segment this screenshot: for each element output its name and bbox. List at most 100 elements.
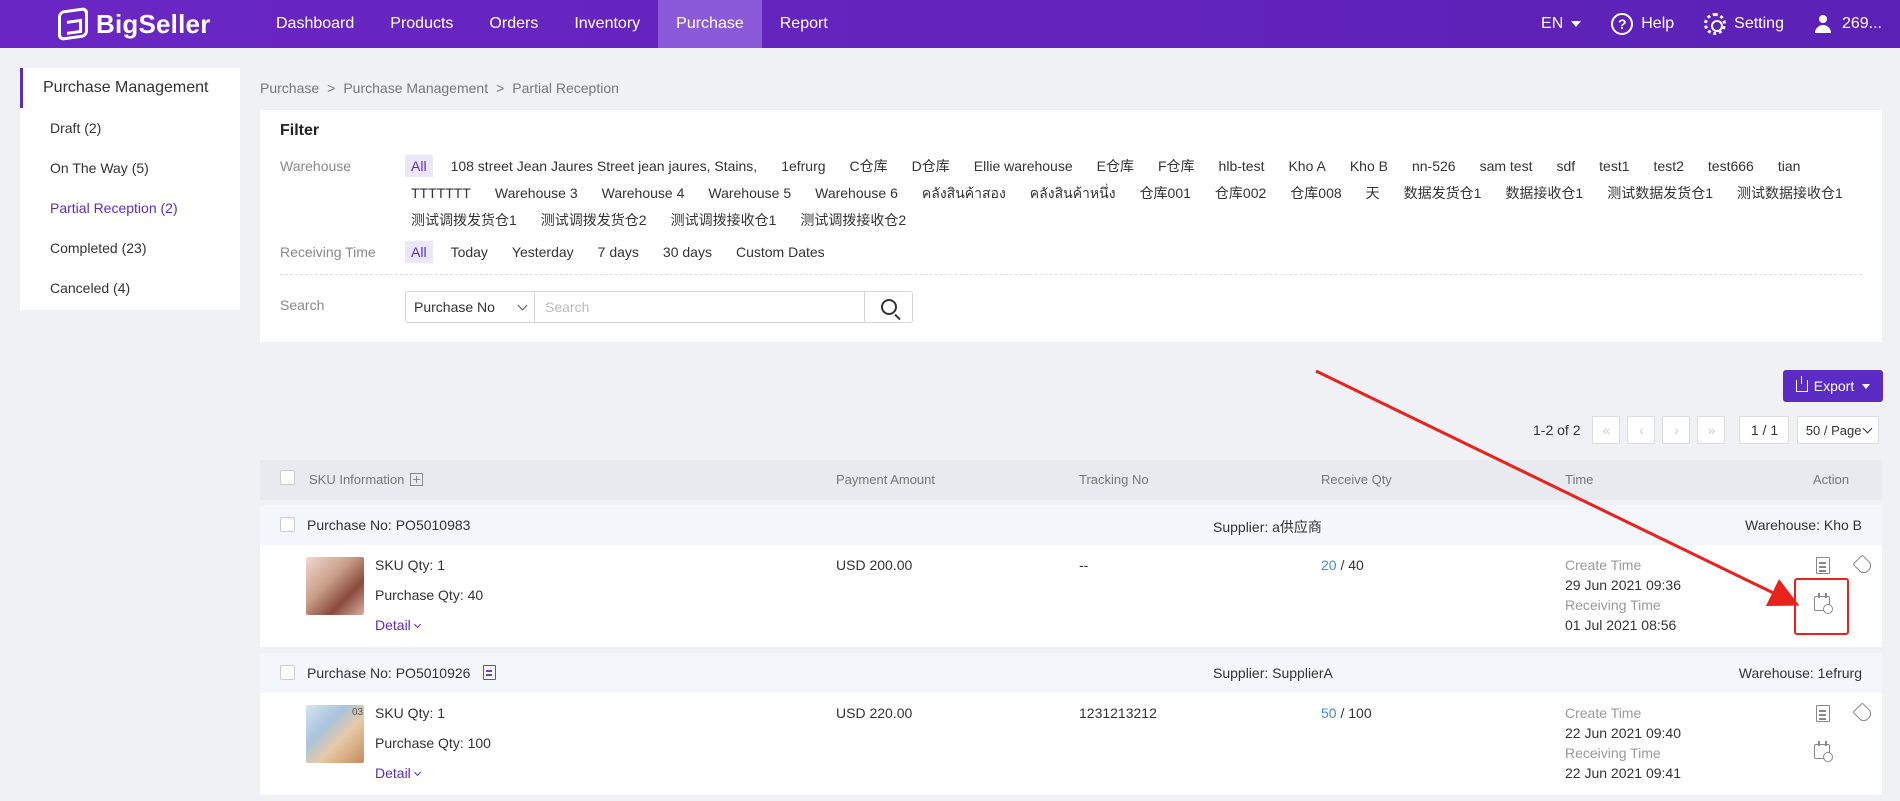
receiving-time-option[interactable]: Custom Dates xyxy=(730,241,831,263)
logo-text: BigSeller xyxy=(96,8,211,39)
sidebar-item-canceled[interactable]: Canceled (4) xyxy=(20,268,240,308)
page-size-select[interactable]: 50 / Page xyxy=(1797,416,1880,444)
detail-link[interactable]: Detail xyxy=(375,617,421,633)
warehouse-filter-option[interactable]: test2 xyxy=(1648,155,1690,177)
setting-button[interactable]: Setting xyxy=(1704,13,1784,35)
receiving-time-option[interactable]: 30 days xyxy=(657,241,718,263)
warehouse: Warehouse: 1efrurg xyxy=(1738,665,1862,681)
nav-products[interactable]: Products xyxy=(372,0,471,48)
order-checkbox[interactable] xyxy=(280,665,295,680)
receiving-time: 01 Jul 2021 08:56 xyxy=(1565,617,1677,633)
sku-qty: SKU Qty: 1 xyxy=(375,705,446,721)
detail-label: Detail xyxy=(375,617,411,633)
nav-dashboard[interactable]: Dashboard xyxy=(258,0,372,48)
expand-icon[interactable] xyxy=(410,473,424,486)
sidebar-item-on-the-way[interactable]: On The Way (5) xyxy=(20,148,240,188)
detail-link[interactable]: Detail xyxy=(375,765,421,781)
sidebar-item-completed[interactable]: Completed (23) xyxy=(20,228,240,268)
warehouse-filter-option[interactable]: E仓库 xyxy=(1091,155,1140,177)
warehouse-filter-option[interactable]: 1efrurg xyxy=(775,155,831,177)
product-thumbnail[interactable] xyxy=(306,557,364,615)
warehouse-filter-option[interactable]: All xyxy=(405,155,433,177)
warehouse-filter-option[interactable]: Ellie warehouse xyxy=(968,155,1079,177)
order-row: SKU Qty: 1 Purchase Qty: 40 Detail USD 2… xyxy=(260,545,1882,647)
sidebar-item-partial-reception[interactable]: Partial Reception (2) xyxy=(20,188,240,228)
last-page-button[interactable]: » xyxy=(1697,416,1726,444)
search-type-select[interactable]: Purchase No xyxy=(405,291,535,323)
warehouse-filter-option[interactable]: Kho A xyxy=(1282,155,1331,177)
warehouse-filter-option[interactable]: Warehouse 6 xyxy=(809,182,904,204)
received-qty[interactable]: 50 xyxy=(1321,705,1337,721)
warehouse-filter-option[interactable]: nn-526 xyxy=(1406,155,1462,177)
breadcrumb-purchase-management[interactable]: Purchase Management xyxy=(343,80,488,96)
warehouse-filter-option[interactable]: Warehouse 3 xyxy=(489,182,584,204)
warehouse-filter-option[interactable]: 测试调拨接收仓2 xyxy=(794,209,912,231)
sidebar-item-draft[interactable]: Draft (2) xyxy=(20,108,240,148)
warehouse-filter-option[interactable]: 数据接收仓1 xyxy=(1499,182,1589,204)
warehouse-filter-option[interactable]: Kho B xyxy=(1344,155,1394,177)
receiving-time-option[interactable]: Yesterday xyxy=(506,241,580,263)
sidebar-title[interactable]: Purchase Management xyxy=(20,68,240,108)
tag-icon[interactable] xyxy=(1852,702,1874,724)
warehouse-filter-option[interactable]: 仓库001 xyxy=(1134,182,1197,204)
warehouse-filter-option[interactable]: D仓库 xyxy=(906,155,956,177)
received-qty[interactable]: 20 xyxy=(1321,557,1337,573)
note-icon[interactable] xyxy=(483,665,496,680)
nav-orders[interactable]: Orders xyxy=(471,0,556,48)
page-number-input[interactable]: 1 / 1 xyxy=(1739,416,1790,444)
export-button[interactable]: Export xyxy=(1783,370,1883,402)
purchase-no[interactable]: Purchase No: PO5010926 xyxy=(307,665,470,681)
warehouse-filter-option[interactable]: sam test xyxy=(1474,155,1539,177)
nav-report[interactable]: Report xyxy=(762,0,846,48)
warehouse-filter-option[interactable]: test666 xyxy=(1702,155,1760,177)
tag-icon[interactable] xyxy=(1852,554,1874,576)
help-label: Help xyxy=(1641,15,1675,32)
warehouse-filter-option[interactable]: 天 xyxy=(1360,182,1386,204)
page-size-value: 50 / Page xyxy=(1805,422,1862,438)
breadcrumb-purchase[interactable]: Purchase xyxy=(260,80,319,96)
warehouse-filter-option[interactable]: Warehouse 4 xyxy=(596,182,691,204)
select-all-checkbox[interactable] xyxy=(280,470,295,485)
warehouse-filter-option[interactable]: TTTTTTT xyxy=(405,182,477,204)
nav-inventory[interactable]: Inventory xyxy=(556,0,658,48)
warehouse-filter-option[interactable]: F仓库 xyxy=(1152,155,1201,177)
warehouse-filter-option[interactable]: 仓库008 xyxy=(1284,182,1347,204)
receiving-time-option[interactable]: Today xyxy=(445,241,494,263)
warehouse-filter-option[interactable]: Warehouse 5 xyxy=(702,182,797,204)
main-nav: Dashboard Products Orders Inventory Purc… xyxy=(258,0,846,48)
warehouse-filter-option[interactable]: 测试数据发货仓1 xyxy=(1601,182,1719,204)
receiving-time-option[interactable]: All xyxy=(405,241,433,263)
receiving-time-option[interactable]: 7 days xyxy=(592,241,645,263)
purchase-no[interactable]: Purchase No: PO5010983 xyxy=(307,517,470,533)
warehouse-filter-option[interactable]: 仓库002 xyxy=(1209,182,1272,204)
warehouse-filter-option[interactable]: 测试调拨发货仓1 xyxy=(405,209,523,231)
warehouse-filter-option[interactable]: 数据发货仓1 xyxy=(1398,182,1488,204)
warehouse-filter-option[interactable]: sdf xyxy=(1550,155,1581,177)
warehouse-filter-option[interactable]: test1 xyxy=(1593,155,1635,177)
warehouse-filter-option[interactable]: C仓库 xyxy=(844,155,894,177)
first-page-button[interactable]: « xyxy=(1592,416,1621,444)
document-icon[interactable] xyxy=(1816,705,1830,722)
document-icon[interactable] xyxy=(1816,557,1830,574)
pagination: 1-2 of 2 « ‹ › » 1 / 1 50 / Page xyxy=(1533,416,1880,444)
warehouse-filter-option[interactable]: hlb-test xyxy=(1213,155,1271,177)
warehouse-filter-option[interactable]: 108 street Jean Jaures Street jean jaure… xyxy=(445,155,764,177)
warehouse-filter-option[interactable]: คลังสินค้าสอง xyxy=(916,182,1012,204)
warehouse-filter-option[interactable]: คลังสินค้าหนึ่ง xyxy=(1024,182,1122,204)
search-input[interactable] xyxy=(535,291,865,323)
nav-purchase[interactable]: Purchase xyxy=(658,0,762,48)
logo[interactable]: BigSeller xyxy=(58,6,258,42)
next-page-button[interactable]: › xyxy=(1662,416,1691,444)
search-button[interactable] xyxy=(865,291,913,323)
warehouse-filter-option[interactable]: 测试数据接收仓1 xyxy=(1731,182,1849,204)
user-menu[interactable]: 269... xyxy=(1814,15,1882,33)
warehouse: Warehouse: Kho B xyxy=(1745,517,1862,533)
prev-page-button[interactable]: ‹ xyxy=(1627,416,1656,444)
warehouse-filter-option[interactable]: tian xyxy=(1772,155,1807,177)
help-button[interactable]: ? Help xyxy=(1611,13,1674,35)
language-selector[interactable]: EN xyxy=(1541,15,1582,33)
warehouse-filter-option[interactable]: 测试调拨接收仓1 xyxy=(665,209,783,231)
warehouse-filter-option[interactable]: 测试调拨发货仓2 xyxy=(535,209,653,231)
receive-record-icon[interactable] xyxy=(1814,741,1833,762)
order-checkbox[interactable] xyxy=(280,517,295,532)
